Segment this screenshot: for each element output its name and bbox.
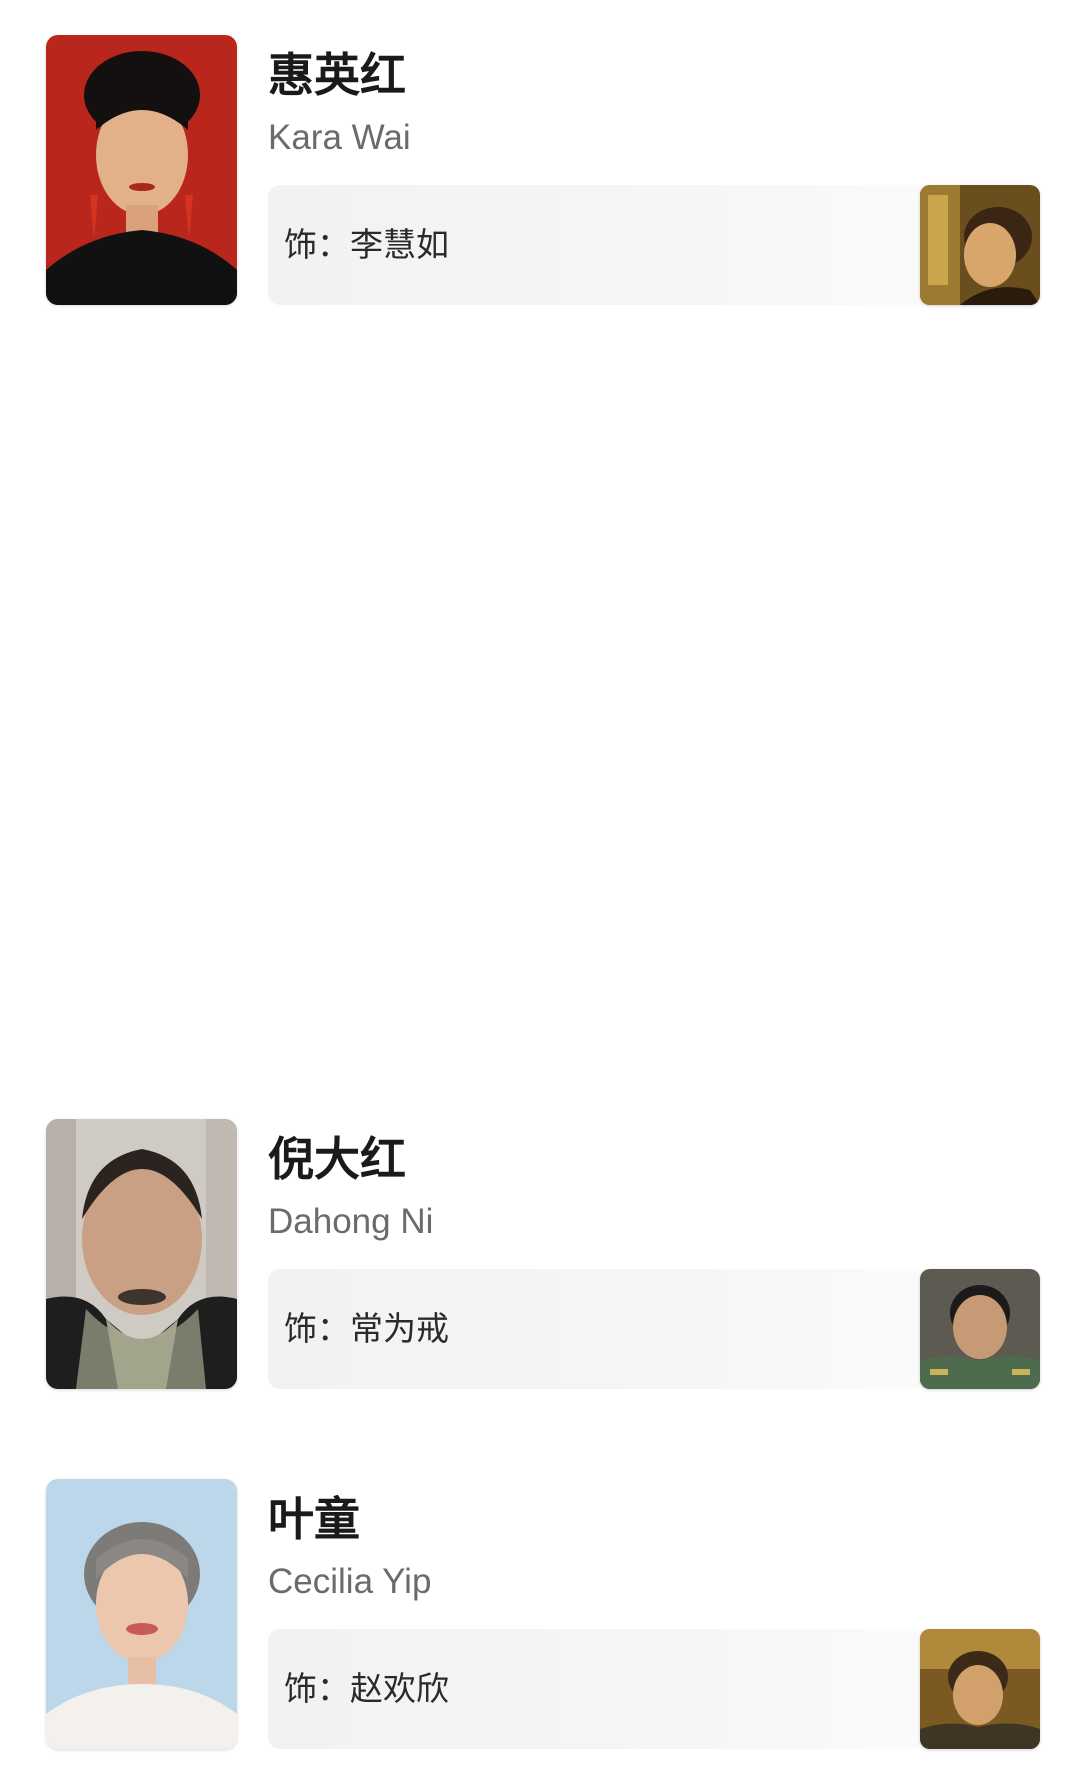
actor-portrait-icon xyxy=(46,1479,237,1749)
role-label: 饰：常为戒 xyxy=(284,1269,449,1389)
role-label: 饰：李慧如 xyxy=(284,185,449,305)
cast-card[interactable]: 倪大红 Dahong Ni 饰：常为戒 xyxy=(46,1119,1040,1389)
cast-card[interactable]: 叶童 Cecilia Yip 饰：赵欢欣 xyxy=(46,1479,1040,1749)
actor-photo[interactable] xyxy=(46,1119,237,1389)
character-still[interactable] xyxy=(920,1269,1040,1389)
actor-name: 叶童 xyxy=(268,1492,360,1546)
actor-english-name: Kara Wai xyxy=(268,118,411,157)
actor-portrait-icon xyxy=(46,1119,237,1389)
actor-name: 惠英红 xyxy=(268,48,406,102)
actor-name: 倪大红 xyxy=(268,1132,406,1186)
character-still-icon xyxy=(920,1629,1040,1749)
role-prefix: 饰： xyxy=(284,1669,350,1708)
role-row[interactable]: 饰：常为戒 xyxy=(268,1269,1040,1389)
actor-portrait-icon xyxy=(46,35,237,305)
role-prefix: 饰： xyxy=(284,1309,350,1348)
actor-english-name: Dahong Ni xyxy=(268,1202,434,1241)
character-still[interactable] xyxy=(920,1629,1040,1749)
role-name: 赵欢欣 xyxy=(350,1669,449,1708)
actor-photo[interactable] xyxy=(46,1479,237,1749)
role-row[interactable]: 饰：李慧如 xyxy=(268,185,1040,305)
cast-card[interactable]: 惠英红 Kara Wai 饰：李慧如 xyxy=(46,35,1040,305)
character-still-icon xyxy=(920,185,1040,305)
actor-english-name: Cecilia Yip xyxy=(268,1562,432,1601)
character-still[interactable] xyxy=(920,185,1040,305)
character-still-icon xyxy=(920,1269,1040,1389)
role-name: 李慧如 xyxy=(350,225,449,264)
role-label: 饰：赵欢欣 xyxy=(284,1629,449,1749)
role-prefix: 饰： xyxy=(284,225,350,264)
role-name: 常为戒 xyxy=(350,1309,449,1348)
role-row[interactable]: 饰：赵欢欣 xyxy=(268,1629,1040,1749)
actor-photo[interactable] xyxy=(46,35,237,305)
